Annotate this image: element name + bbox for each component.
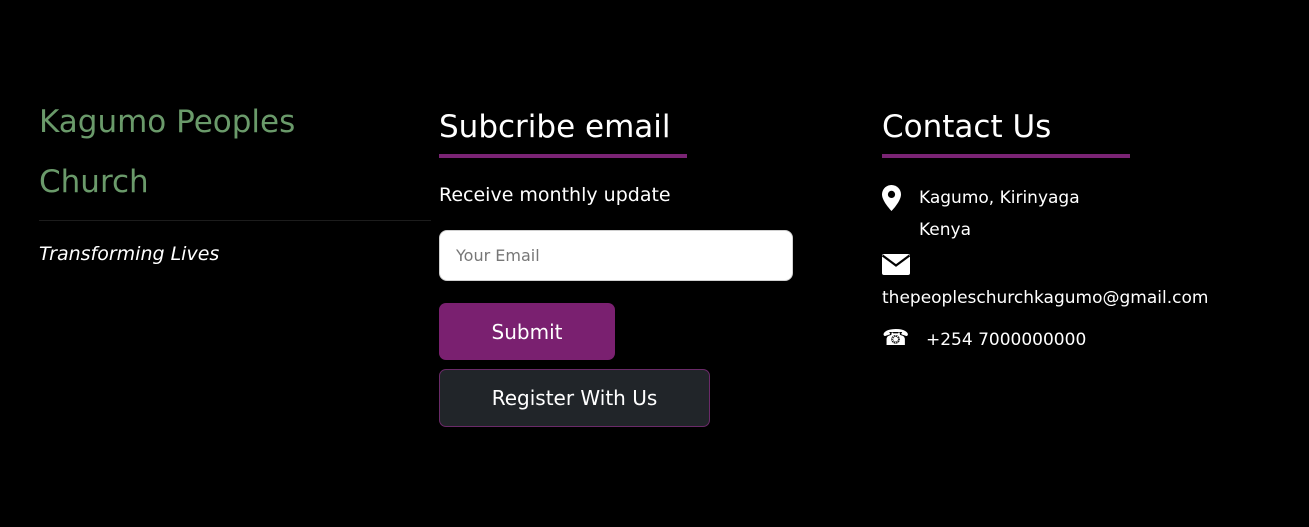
register-button[interactable]: Register With Us [439, 369, 710, 427]
brand-title: Kagumo Peoples Church [39, 104, 296, 200]
subscribe-column: Subcribe email Receive monthly update Su… [439, 106, 799, 427]
telephone-icon: ☎ [882, 326, 910, 351]
address-line-1: Kagumo, Kirinyaga [919, 188, 1080, 208]
contact-address: Kagumo, Kirinyaga Kenya [882, 182, 1282, 242]
envelope-icon [881, 254, 1282, 280]
site-footer: Kagumo Peoples Church Transforming Lives… [0, 0, 1309, 527]
submit-button[interactable]: Submit [439, 303, 615, 360]
email-input[interactable] [439, 230, 793, 281]
brand-tagline: Transforming Lives [39, 243, 220, 265]
contact-heading-underline [882, 154, 1130, 158]
contact-column: Contact Us Kagumo, Kirinyaga Kenya thepe… [881, 106, 1282, 352]
address-line-2: Kenya [919, 220, 972, 240]
contact-address-text: Kagumo, Kirinyaga Kenya [919, 182, 1080, 246]
subscribe-heading-underline [439, 154, 687, 158]
contact-phone-text[interactable]: +254 7000000000 [926, 328, 1086, 352]
contact-email: thepeopleschurchkagumo@gmail.com [881, 254, 1282, 308]
subscribe-heading: Subcribe email [439, 109, 671, 145]
brand-column: Kagumo Peoples Church Transforming Lives [39, 92, 439, 265]
contact-heading: Contact Us [882, 109, 1052, 145]
brand-divider [39, 220, 431, 221]
contact-phone: ☎ +254 7000000000 [882, 328, 1282, 352]
contact-email-text[interactable]: thepeopleschurchkagumo@gmail.com [882, 288, 1282, 308]
map-marker-icon [882, 185, 901, 216]
subscribe-description: Receive monthly update [439, 184, 671, 206]
